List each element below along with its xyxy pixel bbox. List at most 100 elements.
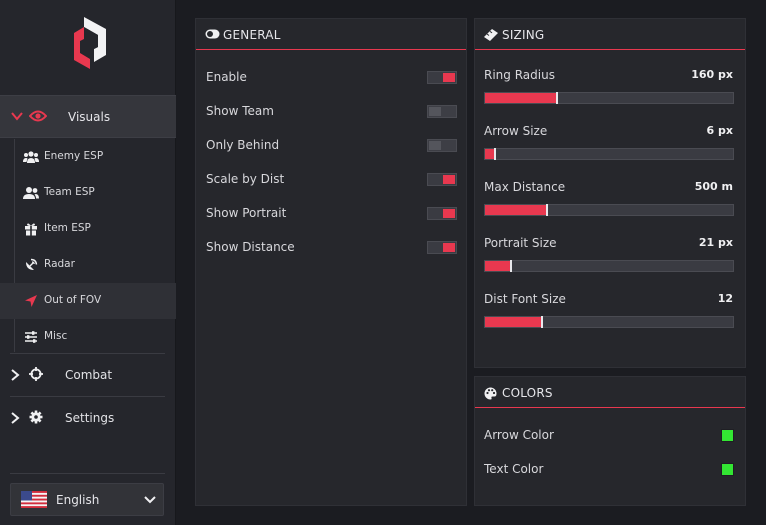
sizing-panel: SIZING Ring Radius 160 px Arrow Size 6 p… [474, 18, 746, 368]
color-label: Text Color [484, 462, 544, 476]
gear-icon [29, 410, 43, 424]
sidebar-item-label: Enemy ESP [44, 150, 104, 162]
toggle-label: Show Portrait [206, 206, 287, 220]
sidebar-item-misc[interactable]: Misc [0, 319, 176, 355]
ring-radius-slider[interactable] [484, 92, 734, 104]
toggle-row-enable: Enable [196, 68, 466, 88]
toggle-label: Show Distance [206, 240, 295, 254]
color-label: Arrow Color [484, 428, 554, 442]
sidebar-item-label: Misc [44, 330, 68, 342]
slider-thumb[interactable] [494, 148, 496, 160]
nav-visuals[interactable]: Visuals [0, 95, 176, 138]
nav-combat[interactable]: Combat [0, 354, 176, 396]
users-icon [23, 187, 39, 199]
toggle-row-show-team: Show Team [196, 102, 466, 122]
arrow-color-swatch[interactable] [721, 429, 734, 442]
toggle-row-scale-by-dist: Scale by Dist [196, 170, 466, 190]
toggle-knob [443, 73, 455, 82]
show-portrait-toggle[interactable] [427, 207, 457, 220]
slider-value: 21 px [698, 236, 733, 249]
slider-value: 500 m [694, 180, 733, 193]
palette-icon [484, 387, 497, 400]
chevron-down-icon [11, 112, 23, 121]
sidebar-item-label: Team ESP [44, 186, 95, 198]
slider-label: Ring Radius [484, 68, 555, 82]
nav-combat-label: Combat [65, 368, 113, 382]
general-panel-header: GENERAL [196, 19, 466, 50]
text-color-swatch[interactable] [721, 463, 734, 476]
slider-fill [485, 261, 511, 271]
nav-settings[interactable]: Settings [0, 397, 176, 439]
app-logo-icon [74, 17, 106, 69]
show-distance-toggle[interactable] [427, 241, 457, 254]
crosshair-icon [29, 367, 43, 381]
slider-row-portrait-size: Portrait Size 21 px [475, 236, 745, 280]
slider-thumb[interactable] [510, 260, 512, 272]
slider-row-ring-radius: Ring Radius 160 px [475, 68, 745, 112]
scale-by-dist-toggle[interactable] [427, 173, 457, 186]
nav-settings-label: Settings [65, 411, 115, 425]
arrow-size-slider[interactable] [484, 148, 734, 160]
users-group-icon [23, 151, 39, 163]
sidebar-item-item-esp[interactable]: Item ESP [0, 211, 176, 247]
slider-label: Arrow Size [484, 124, 548, 138]
ruler-icon [484, 29, 498, 41]
sidebar-item-enemy-esp[interactable]: Enemy ESP [0, 139, 176, 175]
toggle-knob [429, 141, 441, 150]
show-team-toggle[interactable] [427, 105, 457, 118]
colors-panel-header: COLORS [475, 377, 745, 408]
satellite-dish-icon [26, 258, 38, 270]
sidebar-item-label: Item ESP [44, 222, 91, 234]
toggle-row-only-behind: Only Behind [196, 136, 466, 156]
sidebar-item-label: Radar [44, 258, 75, 270]
slider-value: 6 px [706, 124, 733, 137]
us-flag-icon [21, 491, 47, 508]
portrait-size-slider[interactable] [484, 260, 734, 272]
sidebar-divider [10, 473, 165, 474]
toggle-row-show-distance: Show Distance [196, 238, 466, 258]
sidebar: Visuals Enemy ESP Team ESP Item ESP Rada… [0, 0, 176, 525]
sizing-panel-title: SIZING [502, 28, 545, 42]
eye-icon [29, 110, 47, 122]
sidebar-item-out-of-fov[interactable]: Out of FOV [0, 283, 176, 319]
toggle-knob [429, 107, 441, 116]
dist-font-size-slider[interactable] [484, 316, 734, 328]
sidebar-item-team-esp[interactable]: Team ESP [0, 175, 176, 211]
toggle-label: Show Team [206, 104, 274, 118]
toggle-label: Only Behind [206, 138, 280, 152]
sliders-icon [25, 331, 37, 343]
sizing-panel-header: SIZING [475, 19, 745, 50]
slider-thumb[interactable] [541, 316, 543, 328]
general-panel: GENERAL Enable Show Team Only Behind Sca… [195, 18, 467, 506]
toggle-icon [205, 29, 220, 39]
chevron-right-icon [11, 369, 20, 381]
only-behind-toggle[interactable] [427, 139, 457, 152]
slider-row-arrow-size: Arrow Size 6 px [475, 124, 745, 168]
toggle-knob [443, 175, 455, 184]
color-row-text-color: Text Color [475, 460, 745, 480]
toggle-knob [443, 243, 455, 252]
toggle-label: Scale by Dist [206, 172, 285, 186]
sidebar-item-label: Out of FOV [44, 294, 102, 306]
max-distance-slider[interactable] [484, 204, 734, 216]
chevron-down-icon [144, 496, 156, 504]
slider-fill [485, 317, 542, 327]
slider-row-dist-font-size: Dist Font Size 12 [475, 292, 745, 336]
slider-label: Max Distance [484, 180, 566, 194]
slider-fill [485, 93, 557, 103]
slider-value: 160 px [691, 68, 733, 81]
slider-label: Dist Font Size [484, 292, 566, 306]
language-select[interactable]: English [10, 483, 164, 516]
colors-panel-title: COLORS [502, 386, 553, 400]
color-row-arrow-color: Arrow Color [475, 426, 745, 446]
slider-row-max-distance: Max Distance 500 m [475, 180, 745, 224]
gift-box-icon [25, 223, 37, 236]
toggle-label: Enable [206, 70, 247, 84]
location-arrow-icon [25, 295, 37, 307]
enable-toggle[interactable] [427, 71, 457, 84]
slider-thumb[interactable] [546, 204, 548, 216]
general-panel-title: GENERAL [223, 28, 281, 42]
slider-value: 12 [717, 292, 733, 305]
sidebar-item-radar[interactable]: Radar [0, 247, 176, 283]
slider-thumb[interactable] [556, 92, 558, 104]
